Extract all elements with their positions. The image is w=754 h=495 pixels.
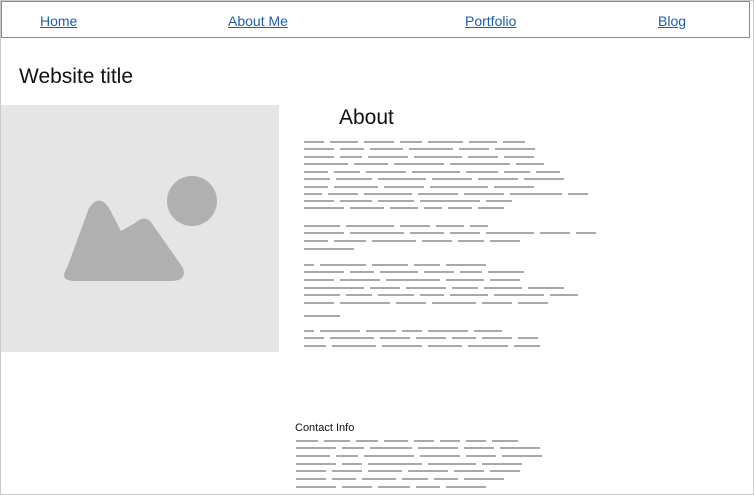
nav-link-home[interactable]: Home xyxy=(40,13,77,29)
top-navigation: Home About Me Portfolio Blog xyxy=(1,1,750,38)
image-placeholder-icon xyxy=(64,176,217,281)
nav-link-portfolio[interactable]: Portfolio xyxy=(465,13,516,29)
about-heading: About xyxy=(339,106,394,129)
nav-link-blog[interactable]: Blog xyxy=(658,13,686,29)
website-title: Website title xyxy=(19,65,133,88)
contact-info-heading: Contact Info xyxy=(295,422,355,434)
nav-link-about-me[interactable]: About Me xyxy=(228,13,288,29)
hero-image-placeholder xyxy=(1,105,279,352)
